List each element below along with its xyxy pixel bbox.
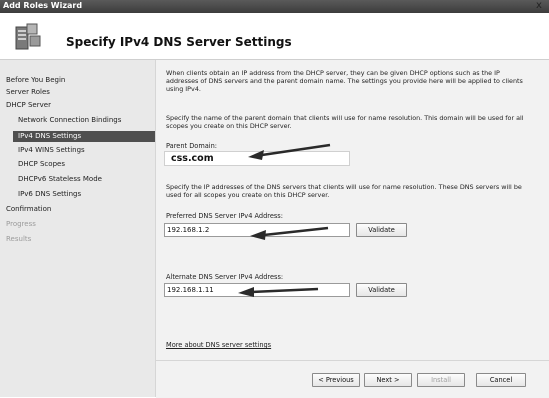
- page-title: Specify IPv4 DNS Server Settings: [66, 35, 292, 49]
- close-icon[interactable]: x: [533, 0, 545, 12]
- domain-line: scopes you create on this DHCP server.: [166, 122, 292, 130]
- alternate-dns-label: Alternate DNS Server IPv4 Address:: [166, 273, 284, 281]
- dns-line: used for all scopes you create on this D…: [166, 191, 330, 199]
- validate-alternate-button[interactable]: Validate: [356, 283, 407, 297]
- nav-item[interactable]: Before You Begin: [6, 76, 65, 84]
- nav-item: Progress: [6, 220, 36, 228]
- nav-item[interactable]: Confirmation: [6, 205, 51, 213]
- intro-line: When clients obtain an IP address from t…: [166, 69, 500, 77]
- wizard-step-list: Before You Begin Server Roles DHCP Server N…: [0, 60, 156, 397]
- domain-line: Specify the name of the parent domain th…: [166, 114, 524, 122]
- nav-item[interactable]: DHCP Scopes: [18, 160, 65, 168]
- main-content: When clients obtain an IP address from t…: [156, 60, 549, 360]
- intro-line: addresses of DNS servers and the parent …: [166, 77, 523, 85]
- nav-item: Results: [6, 235, 32, 243]
- preferred-dns-input[interactable]: 192.168.1.2: [164, 223, 350, 237]
- next-button[interactable]: Next >: [364, 373, 412, 387]
- previous-button[interactable]: < Previous: [312, 373, 360, 387]
- add-roles-wizard-window: Add Roles Wizard x Specify IPv4 DNS Serv…: [0, 0, 549, 398]
- nav-item[interactable]: IPv6 DNS Settings: [18, 190, 81, 198]
- nav-item[interactable]: DHCP Server: [6, 101, 51, 109]
- nav-item[interactable]: Network Connection Bindings: [18, 116, 121, 124]
- nav-item[interactable]: IPv4 DNS Settings: [13, 131, 155, 142]
- title-bar: Add Roles Wizard x: [0, 0, 549, 13]
- parent-domain-label: Parent Domain:: [166, 142, 218, 150]
- server-roles-icon: [15, 23, 41, 50]
- preferred-dns-label: Preferred DNS Server IPv4 Address:: [166, 212, 283, 220]
- validate-preferred-button[interactable]: Validate: [356, 223, 407, 237]
- nav-item[interactable]: DHCPv6 Stateless Mode: [18, 175, 102, 183]
- more-about-dns-link[interactable]: More about DNS server settings: [166, 341, 271, 349]
- intro-text: When clients obtain an IP address from t…: [166, 69, 523, 93]
- alternate-dns-input[interactable]: 192.168.1.11: [164, 283, 350, 297]
- wizard-header: Specify IPv4 DNS Server Settings: [0, 13, 549, 60]
- window-title: Add Roles Wizard: [3, 1, 83, 10]
- nav-item[interactable]: IPv4 WINS Settings: [18, 146, 85, 154]
- intro-line: using IPv4.: [166, 85, 201, 93]
- install-button[interactable]: Install: [417, 373, 465, 387]
- dns-instructions: Specify the IP addresses of the DNS serv…: [166, 183, 522, 199]
- dns-line: Specify the IP addresses of the DNS serv…: [166, 183, 522, 191]
- nav-item[interactable]: Server Roles: [6, 88, 50, 96]
- wizard-footer: < Previous Next > Install Cancel: [156, 360, 549, 398]
- parent-domain-input[interactable]: css.com: [164, 151, 350, 166]
- domain-instructions: Specify the name of the parent domain th…: [166, 114, 524, 130]
- cancel-button[interactable]: Cancel: [476, 373, 526, 387]
